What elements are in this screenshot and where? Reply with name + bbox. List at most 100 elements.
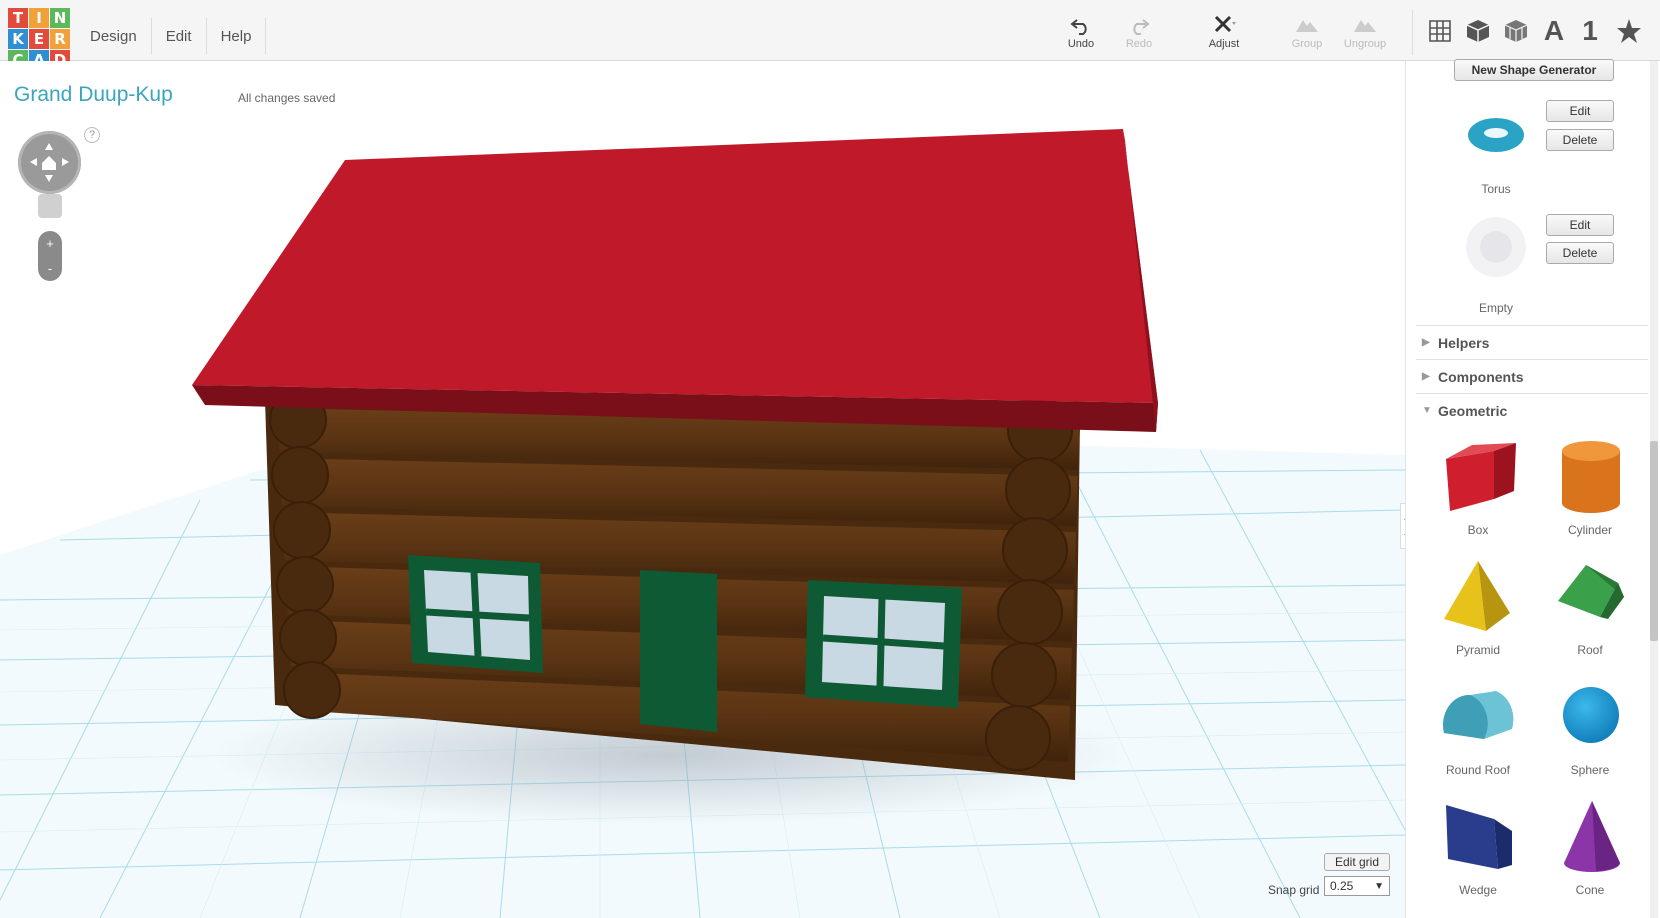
- torus-shape-icon[interactable]: [1461, 105, 1531, 165]
- undo-button[interactable]: Undo: [1053, 14, 1109, 56]
- snap-grid-value: 0.25: [1330, 879, 1354, 893]
- group-label: Group: [1291, 38, 1323, 50]
- star-icon[interactable]: [1612, 14, 1646, 48]
- cone-label: Cone: [1575, 883, 1605, 897]
- chevron-down-icon: ▼: [1422, 405, 1432, 416]
- wireframe-cube-icon[interactable]: [1499, 14, 1533, 48]
- view-navigation-control[interactable]: [18, 131, 81, 194]
- box-icon: [1446, 443, 1516, 511]
- shape-cone[interactable]: Cone: [1536, 797, 1636, 907]
- snap-grid-label: Snap grid: [1268, 883, 1320, 897]
- pyramid-label: Pyramid: [1455, 643, 1500, 657]
- empty-label: Empty: [1478, 301, 1513, 315]
- menu-edit[interactable]: Edit: [152, 18, 207, 54]
- new-shape-generator-button[interactable]: New Shape Generator: [1454, 59, 1614, 81]
- grid-view-icon[interactable]: [1423, 14, 1457, 48]
- toolbar-divider: [1412, 10, 1413, 55]
- empty-shape-icon[interactable]: [1461, 212, 1531, 282]
- torus-delete-button[interactable]: Delete: [1546, 129, 1614, 151]
- round-roof-icon: [1443, 691, 1514, 739]
- ungroup-label: Ungroup: [1343, 38, 1387, 50]
- number-tool-icon[interactable]: 1: [1573, 14, 1607, 48]
- shape-pyramid[interactable]: Pyramid: [1424, 557, 1524, 667]
- empty-delete-button[interactable]: Delete: [1546, 242, 1614, 264]
- sphere-label: Sphere: [1570, 763, 1610, 777]
- menu-design[interactable]: Design: [76, 18, 152, 54]
- main-menu: Design Edit Help: [76, 18, 267, 54]
- category-geometric[interactable]: ▼ Geometric: [1416, 393, 1648, 427]
- sphere-icon: [1563, 687, 1619, 743]
- undo-icon: [1070, 19, 1087, 35]
- edit-grid-button[interactable]: Edit grid: [1324, 853, 1390, 871]
- snap-grid-select[interactable]: 0.25 ▼: [1324, 876, 1390, 896]
- redo-icon: [1133, 19, 1150, 35]
- help-icon[interactable]: ?: [84, 127, 100, 143]
- shape-round-roof[interactable]: Round Roof: [1424, 677, 1524, 787]
- logo-letter: I: [29, 8, 49, 28]
- chevron-right-icon: ▶: [1422, 371, 1430, 382]
- wedge-icon: [1446, 805, 1512, 869]
- logo-letter: R: [50, 29, 70, 49]
- category-label: Helpers: [1438, 334, 1490, 351]
- 3d-scene[interactable]: [0, 61, 1405, 918]
- redo-label: Redo: [1125, 38, 1153, 50]
- redo-button[interactable]: Redo: [1111, 14, 1167, 56]
- solid-cube-icon[interactable]: [1461, 14, 1495, 48]
- box-label: Box: [1467, 523, 1489, 537]
- right-window[interactable]: [805, 580, 962, 708]
- adjust-label: Adjust: [1208, 38, 1240, 50]
- empty-edit-button[interactable]: Edit: [1546, 214, 1614, 236]
- design-title[interactable]: Grand Duup-Kup: [14, 83, 173, 107]
- logo-letter: N: [50, 8, 70, 28]
- category-label: Components: [1438, 368, 1524, 385]
- red-roof[interactable]: [192, 129, 1158, 432]
- top-toolbar: T I N K E R C A D Design Edit Help Undo …: [0, 0, 1660, 70]
- shape-wedge[interactable]: Wedge: [1424, 797, 1524, 907]
- group-button[interactable]: Group: [1279, 14, 1335, 56]
- category-helpers[interactable]: ▶ Helpers: [1416, 325, 1648, 359]
- text-tool-icon[interactable]: A: [1537, 14, 1571, 48]
- shape-cylinder[interactable]: Cylinder: [1536, 437, 1636, 547]
- wedge-label: Wedge: [1459, 883, 1497, 897]
- zoom-control: + -: [38, 231, 62, 281]
- door[interactable]: [640, 570, 717, 732]
- logo-letter: E: [29, 29, 49, 49]
- tinkercad-logo[interactable]: T I N K E R C A D: [8, 8, 70, 70]
- torus-label: Torus: [1481, 182, 1511, 196]
- torus-edit-button[interactable]: Edit: [1546, 100, 1614, 122]
- zoom-out-button[interactable]: -: [48, 261, 52, 276]
- category-components[interactable]: ▶ Components: [1416, 359, 1648, 393]
- adjust-button[interactable]: Adjust: [1196, 14, 1252, 56]
- adjust-icon: [1214, 15, 1236, 33]
- roof-label: Roof: [1577, 643, 1603, 657]
- pyramid-icon: [1444, 561, 1510, 631]
- ungroup-button[interactable]: Ungroup: [1337, 14, 1393, 56]
- dropdown-arrow-icon: ▼: [1374, 880, 1384, 892]
- ortho-view-icon[interactable]: [38, 194, 62, 218]
- cylinder-icon: [1562, 441, 1620, 513]
- cylinder-label: Cylinder: [1567, 523, 1612, 537]
- cone-icon: [1564, 801, 1620, 872]
- shape-sphere[interactable]: Sphere: [1536, 677, 1636, 787]
- logo-letter: K: [8, 29, 28, 49]
- shape-box[interactable]: Box: [1424, 437, 1524, 547]
- left-window[interactable]: [408, 555, 543, 673]
- logo-letter: T: [8, 8, 28, 28]
- zoom-in-button[interactable]: +: [46, 236, 54, 251]
- shape-roof[interactable]: Roof: [1536, 557, 1636, 667]
- category-label: Geometric: [1438, 402, 1508, 419]
- chevron-right-icon: ▶: [1422, 337, 1430, 348]
- menu-help[interactable]: Help: [207, 18, 267, 54]
- ungroup-icon: [1354, 20, 1376, 32]
- group-icon: [1296, 20, 1318, 32]
- round-roof-label: Round Roof: [1445, 763, 1511, 777]
- shapes-panel: New Shape Generator Torus Edit Delete Em…: [1405, 59, 1660, 918]
- workplane-viewport[interactable]: Grand Duup-Kup All changes saved ? + - E…: [0, 61, 1405, 918]
- roof-icon: [1558, 565, 1624, 619]
- home-icon: [30, 143, 69, 182]
- undo-label: Undo: [1067, 38, 1095, 50]
- tinkercad-app: T I N K E R C A D Design Edit Help Undo …: [0, 0, 1660, 918]
- scrollbar-thumb[interactable]: [1650, 441, 1658, 641]
- save-status: All changes saved: [238, 91, 336, 105]
- panel-scrollbar[interactable]: [1650, 61, 1658, 918]
